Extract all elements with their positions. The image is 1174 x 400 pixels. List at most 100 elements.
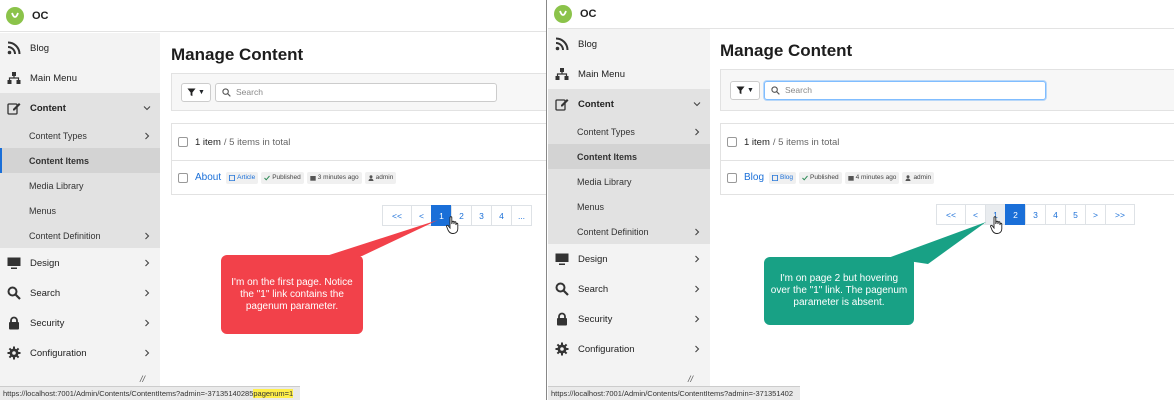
list-header: 1 item / 5 items in total — [172, 124, 546, 161]
sidebar-item-content-items[interactable]: Content Items — [548, 144, 710, 169]
sidebar-item-content-definition[interactable]: Content Definition — [548, 219, 710, 244]
page-4[interactable]: 4 — [1045, 204, 1066, 225]
page-4[interactable]: 4 — [491, 205, 512, 226]
item-checkbox[interactable] — [727, 172, 737, 183]
sidebar-item-label: Search — [578, 283, 609, 295]
lock-icon — [554, 311, 570, 327]
item-title-link[interactable]: Blog — [744, 172, 764, 183]
chevron-right-icon — [693, 255, 701, 263]
logo-icon[interactable] — [6, 6, 24, 25]
brand-name[interactable]: OC — [580, 8, 597, 20]
filter-bar: ▼ Search — [171, 73, 546, 111]
status-url: https://localhost:7001/Admin/Contents/Co… — [551, 389, 794, 398]
hand-cursor-icon — [446, 216, 459, 234]
modified-badge: 3 minutes ago — [306, 171, 362, 184]
badge-label: 4 minutes ago — [855, 174, 897, 181]
sidebar-item-media-library[interactable]: Media Library — [548, 169, 710, 194]
sidebar-item-label: Design — [30, 257, 60, 269]
select-all-checkbox[interactable] — [178, 137, 188, 147]
page-last[interactable]: >> — [1105, 204, 1135, 225]
chevron-right-icon — [693, 345, 701, 353]
check-icon — [802, 175, 808, 181]
badge-label: Published — [810, 174, 839, 181]
sidebar-collapse-toggle[interactable]: // — [688, 374, 693, 384]
sidebar-item-content-types[interactable]: Content Types — [548, 119, 710, 144]
sidebar-item-label: Media Library — [29, 180, 84, 191]
sidebar-item-content-items[interactable]: Content Items — [0, 148, 160, 173]
sidebar-item-search[interactable]: Search — [0, 278, 160, 308]
sidebar-item-content-definition[interactable]: Content Definition — [0, 223, 160, 248]
filter-icon — [187, 87, 196, 96]
sidebar-item-media-library[interactable]: Media Library — [0, 173, 160, 198]
sidebar-item-configuration[interactable]: Configuration — [0, 338, 160, 368]
sidebar-item-security[interactable]: Security — [548, 304, 710, 334]
top-navbar: OC — [548, 0, 1174, 29]
page-3[interactable]: 3 — [1025, 204, 1046, 225]
sidebar-item-main-menu[interactable]: Main Menu — [0, 63, 160, 93]
sidebar-item-security[interactable]: Security — [0, 308, 160, 338]
screenshot-right: OC Blog Main Menu Content Content Types … — [548, 0, 1174, 400]
item-total: / 5 items in total — [772, 136, 840, 148]
sidebar-item-blog[interactable]: Blog — [0, 33, 160, 63]
sidebar-item-label: Menus — [577, 201, 605, 212]
sidebar-item-label: Menus — [29, 205, 57, 216]
sidebar-item-main-menu[interactable]: Main Menu — [548, 59, 710, 89]
sidebar-item-configuration[interactable]: Configuration — [548, 334, 710, 364]
sidebar-item-label: Security — [30, 317, 65, 329]
sidebar-item-content[interactable]: Content — [0, 93, 160, 123]
lock-icon — [6, 315, 22, 331]
select-all-checkbox[interactable] — [727, 137, 737, 147]
badge-label: Blog — [780, 174, 794, 181]
sidebar-collapse-toggle[interactable]: // — [140, 374, 145, 384]
sidebar-item-content[interactable]: Content — [548, 89, 710, 119]
filter-dropdown-button[interactable]: ▼ — [730, 80, 760, 100]
page-next[interactable]: > — [1085, 204, 1106, 225]
edit-icon — [6, 100, 22, 116]
search-placeholder: Search — [236, 87, 263, 97]
gear-icon — [6, 345, 22, 361]
chevron-right-icon — [693, 315, 701, 323]
monitor-icon — [6, 255, 22, 271]
content-type-badge: Article — [226, 171, 259, 184]
page-ellipsis[interactable]: ... — [511, 205, 532, 226]
page-5[interactable]: 5 — [1065, 204, 1086, 225]
sidebar-item-content-types[interactable]: Content Types — [0, 123, 160, 148]
page-2[interactable]: 2 — [1005, 204, 1026, 225]
brand-name[interactable]: OC — [32, 10, 49, 22]
search-input[interactable]: Search — [764, 80, 1046, 100]
chevron-right-icon — [143, 259, 151, 267]
author-badge: admin — [902, 171, 935, 184]
status-url: https://localhost:7001/Admin/Contents/Co… — [3, 389, 254, 398]
sidebar-item-blog[interactable]: Blog — [548, 29, 710, 59]
admin-sidebar: Blog Main Menu Content Content Types Con… — [548, 29, 710, 386]
sidebar-item-label: Content — [30, 102, 66, 114]
search-input[interactable]: Search — [215, 82, 497, 102]
content-items-list: 1 item / 5 items in total About Article … — [171, 123, 546, 195]
logo-icon[interactable] — [554, 5, 572, 23]
chevron-right-icon — [693, 285, 701, 293]
search-icon — [6, 285, 22, 301]
sidebar-item-design[interactable]: Design — [0, 248, 160, 278]
status-url-highlight: pagenum=1 — [253, 389, 294, 398]
sidebar-item-label: Content Items — [577, 151, 638, 162]
filter-icon — [736, 85, 745, 94]
sidebar-item-label: Configuration — [30, 347, 87, 359]
item-count: 1 item — [195, 136, 221, 148]
callout-text: I'm on the first page. Notice the "1" li… — [231, 276, 353, 312]
page-3[interactable]: 3 — [471, 205, 492, 226]
file-icon — [772, 174, 778, 181]
item-title-link[interactable]: About — [195, 172, 221, 183]
sidebar-item-design[interactable]: Design — [548, 244, 710, 274]
sidebar-item-menus[interactable]: Menus — [548, 194, 710, 219]
sidebar-item-menus[interactable]: Menus — [0, 198, 160, 223]
sidebar-item-search[interactable]: Search — [548, 274, 710, 304]
rss-icon — [554, 36, 570, 52]
item-checkbox[interactable] — [178, 172, 188, 183]
page-title: Manage Content — [171, 45, 304, 64]
sidebar-item-label: Content Types — [29, 130, 87, 141]
filter-dropdown-button[interactable]: ▼ — [181, 82, 211, 102]
user-icon — [368, 174, 374, 181]
badge-label: admin — [375, 174, 394, 181]
check-icon — [264, 175, 271, 181]
chevron-right-icon — [693, 128, 701, 136]
